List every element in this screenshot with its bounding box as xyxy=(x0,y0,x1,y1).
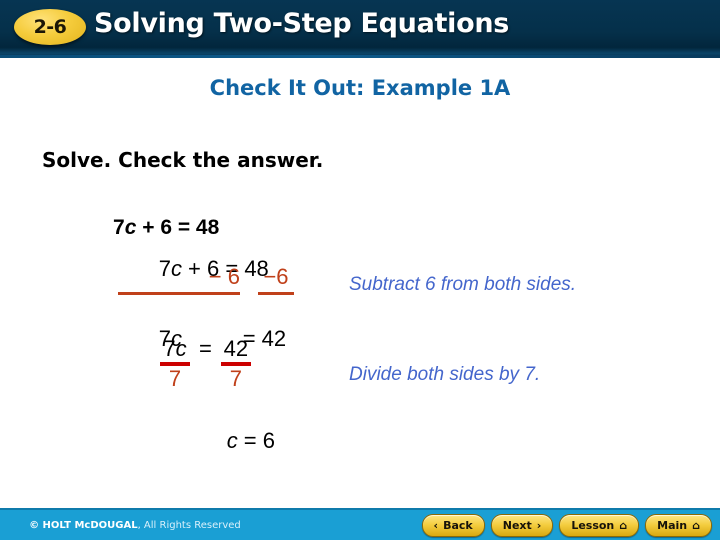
header-accent-stripe xyxy=(0,55,720,58)
fraction-right-denominator: 7 xyxy=(229,366,242,391)
copyright-rights: , All Rights Reserved xyxy=(137,519,241,531)
fraction-right-numerator: 42 xyxy=(223,336,249,361)
home-icon: ⌂ xyxy=(692,518,700,532)
back-button[interactable]: ‹ Back xyxy=(421,513,485,537)
annotation-subtract: Subtract 6 from both sides. xyxy=(349,274,577,295)
next-button-label: Next xyxy=(502,518,532,532)
solution-text: c = 6 xyxy=(226,428,275,453)
back-button-label: Back xyxy=(443,518,473,532)
instruction-text: Solve. Check the answer. xyxy=(42,148,324,172)
subtract-left-term: − 6 xyxy=(118,264,240,295)
next-button[interactable]: Next › xyxy=(490,513,554,537)
page-title: Solving Two-Step Equations xyxy=(94,8,510,39)
slide-header: 2-6 Solving Two-Step Equations xyxy=(0,0,720,58)
subtract-right-term: −6 xyxy=(258,264,294,295)
copyright-brand: © HOLT McDOUGAL xyxy=(29,519,138,531)
fraction-left: 7c 7 xyxy=(160,338,190,391)
home-icon: ⌂ xyxy=(619,518,628,532)
slide-canvas: 2-6 Solving Two-Step Equations Check It … xyxy=(0,0,720,540)
footer-navigation: ‹ Back Next › Lesson ⌂ Main ⌂ xyxy=(421,513,712,537)
lesson-number-text: 2-6 xyxy=(33,16,67,38)
fraction-right: 42 7 xyxy=(220,336,251,391)
step-5-solution: c = 6 xyxy=(190,402,275,480)
copyright-notice: © HOLT McDOUGAL, All Rights Reserved xyxy=(10,509,241,540)
chevron-right-icon: › xyxy=(536,518,542,532)
lesson-button[interactable]: Lesson ⌂ xyxy=(559,513,640,537)
chevron-left-icon: ‹ xyxy=(433,518,439,532)
lesson-number-badge: 2-6 xyxy=(14,9,86,45)
lesson-button-label: Lesson xyxy=(571,518,615,532)
division-equals-sign: = xyxy=(199,336,212,361)
fraction-left-denominator: 7 xyxy=(168,366,182,391)
fraction-left-numerator: 7c xyxy=(163,336,187,361)
slide-footer: © HOLT McDOUGAL, All Rights Reserved ‹ B… xyxy=(0,508,720,540)
annotation-divide: Divide both sides by 7. xyxy=(349,364,541,385)
example-subtitle: Check It Out: Example 1A xyxy=(209,76,511,100)
step-4-division-row: 7c 7 = 42 7 xyxy=(160,338,251,391)
main-button[interactable]: Main ⌂ xyxy=(645,513,712,537)
main-button-label: Main xyxy=(657,518,688,532)
